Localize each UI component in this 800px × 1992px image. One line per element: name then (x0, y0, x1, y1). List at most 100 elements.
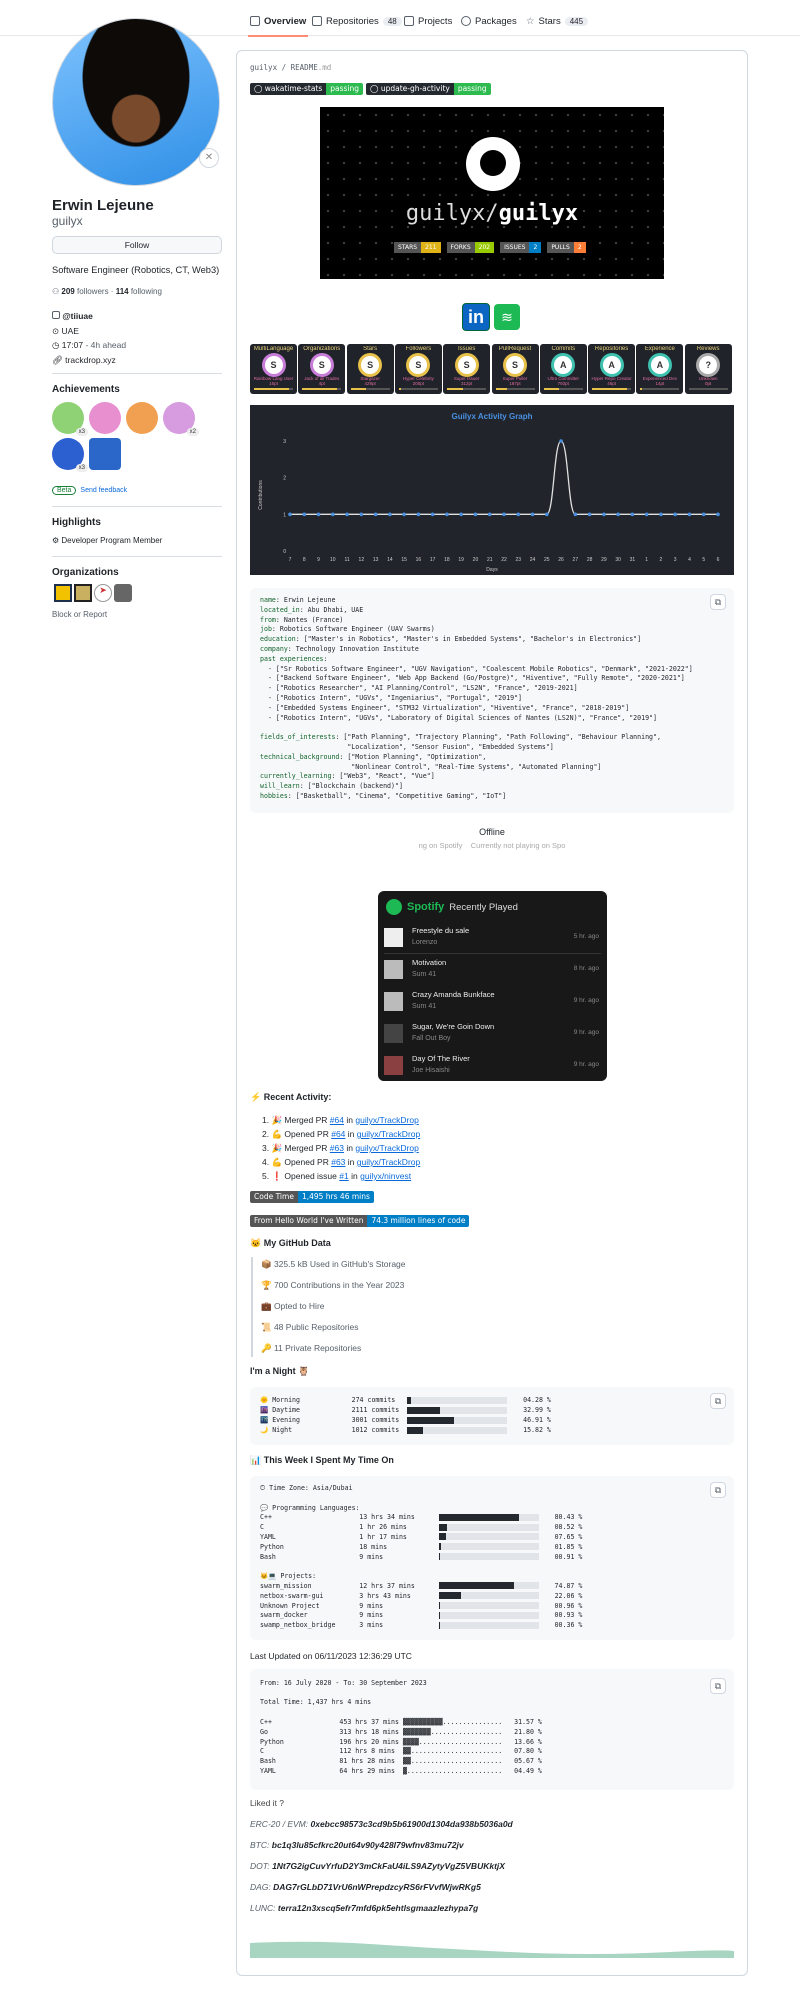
org-logo[interactable] (114, 584, 132, 602)
banner-title: guilyx/guilyx (405, 201, 579, 226)
spotify-icon[interactable]: ≋ (494, 304, 520, 330)
x-tick-label: 7 (289, 557, 292, 563)
trophy[interactable]: Repositories A Hyper Repo Creator 46pt (588, 344, 636, 394)
tab-repositories[interactable]: Repositories 48 (312, 12, 402, 30)
repo-banner[interactable]: guilyx/guilyx STARS 211 FORKS 202 ISSUES 2 PUL… (320, 107, 664, 279)
activity-item: 1. 🎉 Merged PR #64 in guilyx/TrackDrop (262, 1115, 419, 1125)
copy-button[interactable]: ⧉ (710, 594, 726, 610)
commit-row: 🌙 Night 1012 commits 15.82 % (260, 1426, 551, 1434)
trophy[interactable]: Issues S Super Issuer 312pt (443, 344, 491, 394)
repo-link[interactable]: guilyx/TrackDrop (355, 1143, 418, 1153)
send-feedback-link[interactable]: Send feedback (80, 487, 127, 494)
recent-activity-list: 1. 🎉 Merged PR #64 in guilyx/TrackDrop 2.… (262, 1113, 420, 1183)
org-logo[interactable]: ➤ (94, 584, 112, 602)
trophy-icon: S (506, 356, 524, 374)
tab-packages[interactable]: Packages (461, 12, 517, 30)
stat-row: C++ 13 hrs 34 mins 80.43 % (260, 1513, 583, 1522)
copy-button[interactable]: ⧉ (710, 1393, 726, 1409)
stat-row: swamp_netbox_bridge 3 mins 00.36 % (260, 1621, 583, 1630)
trophy[interactable]: Commits A Ultra Committer 793pt (539, 344, 587, 394)
trophy[interactable]: Experience A Experienced Dev 14pt (636, 344, 684, 394)
achievement-badge[interactable] (126, 402, 158, 434)
package-icon (461, 16, 471, 26)
x-tick-label: 3 (674, 557, 677, 563)
copy-button[interactable]: ⧉ (710, 1482, 726, 1498)
x-tick-label: 5 (702, 557, 705, 563)
repo-link[interactable]: guilyx/ninvest (360, 1171, 411, 1181)
x-tick-label: 18 (444, 557, 450, 563)
trophy[interactable]: PullRequest S Super Puller 187pt (491, 344, 539, 394)
followers-count[interactable]: 209 (61, 287, 74, 296)
album-art (384, 992, 403, 1011)
track-item[interactable]: Freestyle du sale Lorenzo 5 hr. ago (384, 923, 601, 954)
alltime-row: Go 313 hrs 18 mins ▓▓▓▓▓▓▓..............… (260, 1727, 542, 1736)
data-point (316, 512, 321, 517)
achievement-badge[interactable]: x3 (52, 402, 88, 436)
following-count[interactable]: 114 (116, 287, 129, 296)
profile-website[interactable]: trackdrop.xyz (65, 355, 116, 365)
x-tick-label: 2 (660, 557, 663, 563)
x-tick-label: 21 (487, 557, 493, 563)
tab-projects[interactable]: Projects (404, 12, 452, 30)
repo-link[interactable]: guilyx/TrackDrop (357, 1129, 420, 1139)
track-item[interactable]: Day Of The River Joe Hisaishi 9 hr. ago (384, 1051, 601, 1082)
track-item[interactable]: Motivation Sum 41 8 hr. ago (384, 955, 601, 986)
x-tick-label: 20 (473, 557, 479, 563)
data-point (630, 512, 635, 517)
ref-link[interactable]: #1 (339, 1171, 348, 1181)
album-art (384, 1056, 403, 1075)
stat-row: Unknown Project 9 mins 00.96 % (260, 1601, 583, 1610)
profile-org[interactable]: @tiiuae (62, 311, 93, 321)
ref-link[interactable]: #63 (330, 1143, 344, 1153)
data-point (402, 512, 406, 517)
x-tick-label: 26 (558, 557, 564, 563)
organizations-list: ➤ (54, 584, 132, 602)
ref-link[interactable]: #64 (331, 1129, 345, 1139)
repo-link[interactable]: guilyx/TrackDrop (357, 1157, 420, 1167)
avatar[interactable] (52, 18, 220, 186)
path-user[interactable]: guilyx (250, 63, 277, 72)
data-point (573, 512, 578, 517)
workflow-badge[interactable]: ◯ update-gh-activity passing (366, 83, 491, 95)
track-item[interactable]: Sugar, We're Goin Down Fall Out Boy 9 hr. … (384, 1019, 601, 1050)
beta-badge: Beta (52, 486, 77, 495)
tab-overview[interactable]: Overview (247, 12, 309, 37)
trophy[interactable]: Reviews? Unknown 0pt (684, 344, 732, 394)
follow-button[interactable]: Follow (52, 236, 222, 254)
repo-link[interactable]: guilyx/TrackDrop (355, 1115, 418, 1125)
trophy[interactable]: Followers S Hyper Celebrity 200pt (394, 344, 442, 394)
spotify-recently-played[interactable]: Spotify Recently Played Freestyle du sal… (378, 891, 607, 1081)
trophy[interactable]: MultiLanguage S Rainbow Lang User 16pt (250, 344, 297, 394)
trophy[interactable]: Organizations S Jack of all Trades 4pt (298, 344, 346, 394)
trophy[interactable]: Stars S Stargazer 429pt (346, 344, 394, 394)
track-item[interactable]: Crazy Amanda Bunkface Sum 41 9 hr. ago (384, 987, 601, 1018)
following-link[interactable]: following (131, 287, 162, 296)
album-art (384, 928, 403, 947)
alltime-row: C++ 453 hrs 37 mins ▓▓▓▓▓▓▓▓▓▓..........… (260, 1717, 542, 1726)
linkedin-icon[interactable]: in (462, 303, 490, 331)
week-stats-block: 🕑︎ Time Zone: Asia/Dubai 💬 Programming L… (250, 1476, 734, 1640)
achievement-badge[interactable] (89, 402, 121, 434)
data-point (659, 512, 663, 517)
achievement-badge[interactable]: x2 (163, 402, 199, 436)
status-close-icon[interactable]: ✕ (199, 148, 219, 168)
data-point (331, 512, 335, 517)
achievement-badge[interactable]: x3 (52, 438, 88, 472)
tab-stars[interactable]: ☆ Stars 445 (526, 12, 589, 30)
data-point (530, 512, 535, 517)
org-logo[interactable] (54, 584, 72, 602)
block-report-link[interactable]: Block or Report (52, 610, 107, 619)
org-logo[interactable] (74, 584, 92, 602)
followers-link[interactable]: followers (77, 287, 109, 296)
x-tick-label: 27 (573, 557, 579, 563)
data-point (359, 512, 364, 517)
ref-link[interactable]: #63 (331, 1157, 345, 1167)
copy-button[interactable]: ⧉ (710, 1678, 726, 1694)
workflow-badge[interactable]: ◯ wakatime-stats passing (250, 83, 364, 95)
wave-footer (250, 1941, 734, 1958)
stat-row: Bash 9 mins 00.91 % (260, 1552, 583, 1561)
achievement-badge[interactable] (89, 438, 121, 470)
data-point (616, 512, 620, 517)
highlight-item: ⚙ Developer Program Member (52, 536, 163, 545)
ref-link[interactable]: #64 (330, 1115, 344, 1125)
